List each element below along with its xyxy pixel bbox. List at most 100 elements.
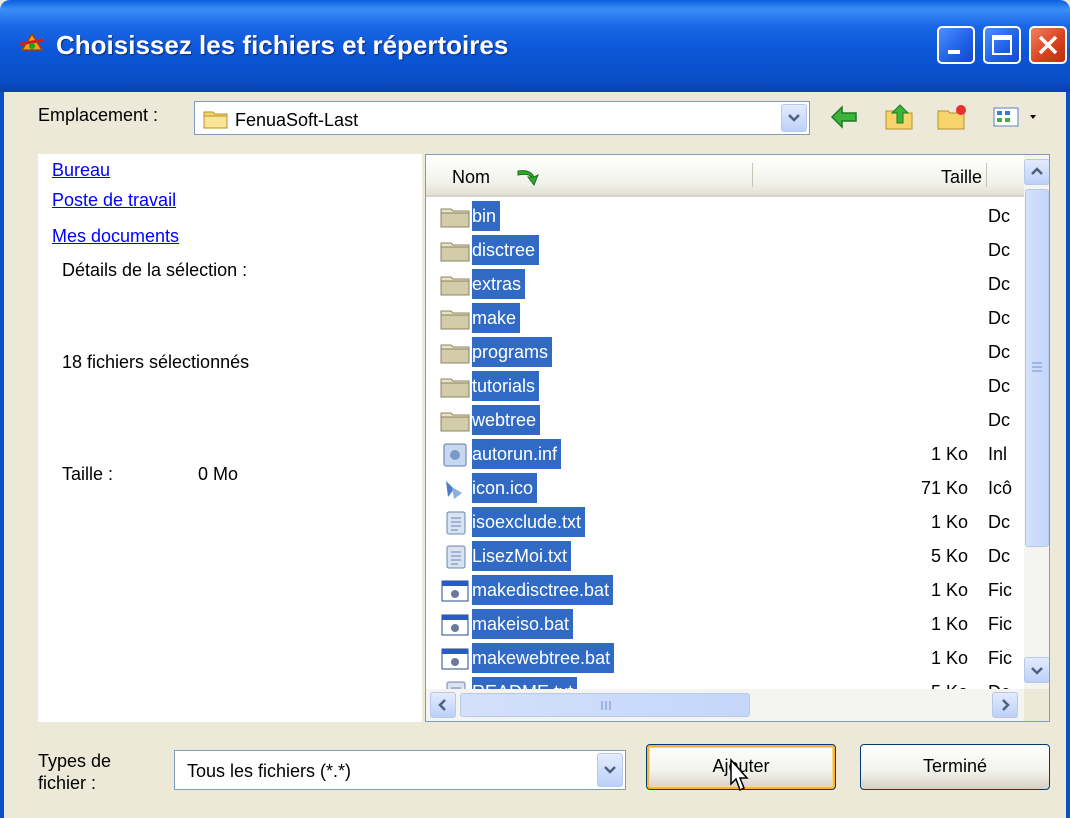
file-list[interactable]: Nom Taille bin Dc disctree Dc extras Dc make Dc… (425, 154, 1050, 722)
file-type: Dc (988, 410, 1010, 430)
file-size: 1 Ko (930, 580, 968, 600)
file-size: 1 Ko (930, 512, 968, 532)
filetype-value: Tous les fichiers (*.*) (187, 761, 352, 781)
file-type: Fic (988, 648, 1012, 668)
done-button[interactable]: Terminé (860, 744, 1050, 790)
chevron-down-icon (604, 766, 616, 774)
folder-icon (203, 111, 228, 129)
selection-size-value: 0 Mo (198, 464, 239, 484)
file-name[interactable]: make (472, 303, 521, 333)
maximize-button[interactable] (983, 26, 1021, 64)
batch-file-icon (441, 580, 469, 602)
file-row[interactable]: makewebtree.bat 1 Ko Fic (426, 641, 1024, 675)
file-row[interactable]: makeiso.bat 1 Ko Fic (426, 607, 1024, 641)
column-header-size[interactable]: Taille (941, 167, 982, 188)
scroll-down-button[interactable] (1024, 657, 1049, 683)
file-row[interactable]: LisezMoi.txt 5 Ko Dc (426, 539, 1024, 573)
file-type: Dc (988, 206, 1010, 226)
chevron-down-icon (1031, 667, 1043, 675)
up-folder-icon[interactable] (884, 101, 916, 133)
scroll-left-button[interactable] (430, 692, 456, 718)
place-link-poste-de-travail[interactable]: Poste de travail (52, 190, 176, 211)
batch-file-icon (441, 648, 469, 670)
file-name[interactable]: programs (472, 337, 553, 367)
place-link-mes-documents[interactable]: Mes documents (52, 226, 179, 247)
done-button-label: Terminé (922, 756, 988, 776)
minimize-button[interactable] (937, 26, 975, 64)
scroll-up-button[interactable] (1024, 159, 1049, 185)
filetype-combobox[interactable]: Tous les fichiers (*.*) (174, 750, 626, 790)
horizontal-scrollbar[interactable] (426, 689, 1024, 721)
vertical-scroll-thumb[interactable] (1025, 189, 1049, 547)
file-size: 71 Ko (920, 478, 968, 498)
text-file-icon (446, 511, 466, 535)
file-row[interactable]: bin Dc (426, 199, 1024, 233)
file-name[interactable]: autorun.inf (472, 439, 562, 469)
place-link-bureau[interactable]: Bureau (52, 160, 110, 181)
file-name[interactable]: makewebtree.bat (472, 643, 615, 673)
close-icon (1038, 35, 1058, 55)
file-name[interactable]: bin (472, 201, 501, 231)
folder-icon (440, 242, 470, 262)
file-name[interactable]: webtree (472, 405, 541, 435)
file-name[interactable]: makeiso.bat (472, 609, 574, 639)
back-arrow-icon[interactable] (828, 101, 860, 133)
places-pane: Bureau Poste de travail Mes documents Dé… (38, 154, 422, 722)
location-value: FenuaSoft-Last (235, 110, 359, 130)
settings-file-icon (443, 443, 467, 467)
file-row[interactable]: isoexclude.txt 1 Ko Dc (426, 505, 1024, 539)
folder-icon (440, 412, 470, 432)
window-frame-left (0, 92, 4, 818)
file-name[interactable]: tutorials (472, 371, 540, 401)
file-type: Dc (988, 308, 1010, 328)
file-type: Dc (988, 546, 1010, 566)
column-separator[interactable] (752, 163, 753, 187)
file-size: 1 Ko (930, 648, 968, 668)
folder-icon (440, 378, 470, 398)
file-type: Dc (988, 274, 1010, 294)
horizontal-scroll-thumb[interactable] (460, 693, 750, 717)
text-file-icon (446, 545, 466, 569)
file-name[interactable]: LisezMoi.txt (472, 541, 572, 571)
file-row[interactable]: webtree Dc (426, 403, 1024, 437)
file-name[interactable]: makedisctree.bat (472, 575, 614, 605)
file-size: 5 Ko (930, 546, 968, 566)
vertical-scrollbar[interactable] (1024, 155, 1049, 689)
new-folder-icon[interactable] (936, 101, 968, 133)
image-file-icon (446, 481, 462, 499)
window-frame-right (1066, 92, 1070, 818)
close-button[interactable] (1029, 26, 1067, 64)
file-name[interactable]: icon.ico (472, 473, 538, 503)
app-logo-icon (19, 32, 45, 51)
location-combobox[interactable]: FenuaSoft-Last (194, 101, 810, 135)
scrollbar-corner (1024, 689, 1049, 721)
file-type: Inl (988, 444, 1008, 464)
window-title: Choisissez les fichiers et répertoires (56, 30, 509, 60)
file-row[interactable]: tutorials Dc (426, 369, 1024, 403)
file-row[interactable]: extras Dc (426, 267, 1024, 301)
column-separator[interactable] (986, 163, 987, 187)
file-row[interactable]: disctree Dc (426, 233, 1024, 267)
column-header-name[interactable]: Nom (452, 167, 490, 188)
file-row[interactable]: icon.ico 71 Ko Icô (426, 471, 1024, 505)
file-type: Fic (988, 614, 1012, 634)
file-row[interactable]: autorun.inf 1 Ko Inl (426, 437, 1024, 471)
minimize-icon (948, 50, 960, 54)
file-row[interactable]: makedisctree.bat 1 Ko Fic (426, 573, 1024, 607)
file-name[interactable]: disctree (472, 235, 540, 265)
file-row[interactable]: programs Dc (426, 335, 1024, 369)
scroll-right-button[interactable] (992, 692, 1018, 718)
selection-count: 18 fichiers sélectionnés (62, 352, 250, 372)
filetype-dropdown-button[interactable] (597, 753, 623, 787)
file-type: Dc (988, 512, 1010, 532)
list-header: Nom Taille (426, 155, 1024, 197)
chevron-left-icon (438, 699, 446, 711)
file-row[interactable]: make Dc (426, 301, 1024, 335)
location-dropdown-button[interactable] (781, 104, 807, 132)
folder-icon (440, 344, 470, 364)
filetype-label: Types de fichier : (38, 751, 112, 793)
view-menu-icon[interactable] (990, 101, 1046, 133)
title-bar[interactable]: Choisissez les fichiers et répertoires (0, 0, 1070, 92)
file-name[interactable]: extras (472, 269, 526, 299)
file-name[interactable]: isoexclude.txt (472, 507, 586, 537)
